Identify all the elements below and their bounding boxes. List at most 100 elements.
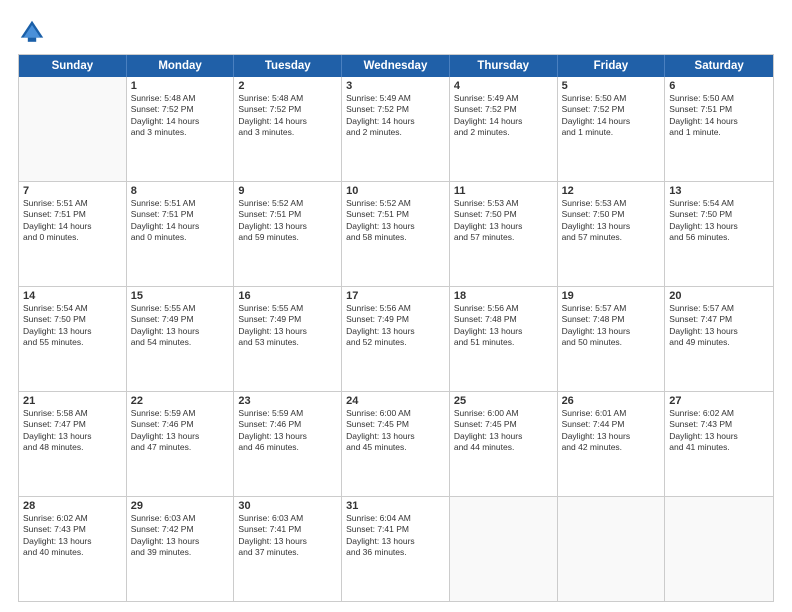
header-cell-monday: Monday: [127, 55, 235, 77]
day-number: 25: [454, 395, 553, 407]
day-info: Sunrise: 6:02 AM Sunset: 7:43 PM Dayligh…: [23, 513, 122, 559]
header-cell-friday: Friday: [558, 55, 666, 77]
day-number: 23: [238, 395, 337, 407]
day-number: 12: [562, 185, 661, 197]
day-cell-15: 15Sunrise: 5:55 AM Sunset: 7:49 PM Dayli…: [127, 287, 235, 391]
day-cell-14: 14Sunrise: 5:54 AM Sunset: 7:50 PM Dayli…: [19, 287, 127, 391]
day-info: Sunrise: 5:53 AM Sunset: 7:50 PM Dayligh…: [562, 198, 661, 244]
day-number: 10: [346, 185, 445, 197]
header-cell-thursday: Thursday: [450, 55, 558, 77]
day-info: Sunrise: 5:51 AM Sunset: 7:51 PM Dayligh…: [131, 198, 230, 244]
day-number: 3: [346, 80, 445, 92]
day-cell-25: 25Sunrise: 6:00 AM Sunset: 7:45 PM Dayli…: [450, 392, 558, 496]
day-info: Sunrise: 6:03 AM Sunset: 7:41 PM Dayligh…: [238, 513, 337, 559]
day-cell-9: 9Sunrise: 5:52 AM Sunset: 7:51 PM Daylig…: [234, 182, 342, 286]
day-cell-5: 5Sunrise: 5:50 AM Sunset: 7:52 PM Daylig…: [558, 77, 666, 181]
day-info: Sunrise: 5:56 AM Sunset: 7:49 PM Dayligh…: [346, 303, 445, 349]
empty-cell: [19, 77, 127, 181]
day-info: Sunrise: 5:54 AM Sunset: 7:50 PM Dayligh…: [23, 303, 122, 349]
day-info: Sunrise: 5:59 AM Sunset: 7:46 PM Dayligh…: [131, 408, 230, 454]
calendar-row-4: 21Sunrise: 5:58 AM Sunset: 7:47 PM Dayli…: [19, 391, 773, 496]
day-cell-10: 10Sunrise: 5:52 AM Sunset: 7:51 PM Dayli…: [342, 182, 450, 286]
page: SundayMondayTuesdayWednesdayThursdayFrid…: [0, 0, 792, 612]
day-cell-2: 2Sunrise: 5:48 AM Sunset: 7:52 PM Daylig…: [234, 77, 342, 181]
day-info: Sunrise: 5:50 AM Sunset: 7:51 PM Dayligh…: [669, 93, 769, 139]
day-cell-17: 17Sunrise: 5:56 AM Sunset: 7:49 PM Dayli…: [342, 287, 450, 391]
day-number: 29: [131, 500, 230, 512]
day-info: Sunrise: 5:56 AM Sunset: 7:48 PM Dayligh…: [454, 303, 553, 349]
day-info: Sunrise: 5:48 AM Sunset: 7:52 PM Dayligh…: [238, 93, 337, 139]
day-info: Sunrise: 5:49 AM Sunset: 7:52 PM Dayligh…: [346, 93, 445, 139]
day-cell-6: 6Sunrise: 5:50 AM Sunset: 7:51 PM Daylig…: [665, 77, 773, 181]
day-info: Sunrise: 5:50 AM Sunset: 7:52 PM Dayligh…: [562, 93, 661, 139]
day-number: 18: [454, 290, 553, 302]
day-info: Sunrise: 5:52 AM Sunset: 7:51 PM Dayligh…: [346, 198, 445, 244]
day-cell-8: 8Sunrise: 5:51 AM Sunset: 7:51 PM Daylig…: [127, 182, 235, 286]
day-number: 27: [669, 395, 769, 407]
day-cell-22: 22Sunrise: 5:59 AM Sunset: 7:46 PM Dayli…: [127, 392, 235, 496]
day-info: Sunrise: 5:59 AM Sunset: 7:46 PM Dayligh…: [238, 408, 337, 454]
day-info: Sunrise: 5:49 AM Sunset: 7:52 PM Dayligh…: [454, 93, 553, 139]
day-number: 19: [562, 290, 661, 302]
day-number: 1: [131, 80, 230, 92]
day-cell-31: 31Sunrise: 6:04 AM Sunset: 7:41 PM Dayli…: [342, 497, 450, 601]
day-number: 5: [562, 80, 661, 92]
logo-icon: [18, 18, 46, 46]
day-cell-27: 27Sunrise: 6:02 AM Sunset: 7:43 PM Dayli…: [665, 392, 773, 496]
day-number: 6: [669, 80, 769, 92]
day-info: Sunrise: 5:55 AM Sunset: 7:49 PM Dayligh…: [238, 303, 337, 349]
day-number: 15: [131, 290, 230, 302]
day-number: 13: [669, 185, 769, 197]
day-number: 21: [23, 395, 122, 407]
day-info: Sunrise: 5:57 AM Sunset: 7:48 PM Dayligh…: [562, 303, 661, 349]
day-info: Sunrise: 5:55 AM Sunset: 7:49 PM Dayligh…: [131, 303, 230, 349]
calendar-row-2: 7Sunrise: 5:51 AM Sunset: 7:51 PM Daylig…: [19, 181, 773, 286]
header-cell-wednesday: Wednesday: [342, 55, 450, 77]
empty-cell: [450, 497, 558, 601]
day-cell-20: 20Sunrise: 5:57 AM Sunset: 7:47 PM Dayli…: [665, 287, 773, 391]
day-cell-4: 4Sunrise: 5:49 AM Sunset: 7:52 PM Daylig…: [450, 77, 558, 181]
calendar-row-1: 1Sunrise: 5:48 AM Sunset: 7:52 PM Daylig…: [19, 77, 773, 181]
day-cell-30: 30Sunrise: 6:03 AM Sunset: 7:41 PM Dayli…: [234, 497, 342, 601]
day-cell-21: 21Sunrise: 5:58 AM Sunset: 7:47 PM Dayli…: [19, 392, 127, 496]
day-number: 2: [238, 80, 337, 92]
day-info: Sunrise: 5:52 AM Sunset: 7:51 PM Dayligh…: [238, 198, 337, 244]
day-number: 17: [346, 290, 445, 302]
empty-cell: [665, 497, 773, 601]
calendar-row-3: 14Sunrise: 5:54 AM Sunset: 7:50 PM Dayli…: [19, 286, 773, 391]
logo: [18, 18, 50, 46]
calendar: SundayMondayTuesdayWednesdayThursdayFrid…: [18, 54, 774, 602]
day-cell-7: 7Sunrise: 5:51 AM Sunset: 7:51 PM Daylig…: [19, 182, 127, 286]
day-number: 14: [23, 290, 122, 302]
calendar-header: SundayMondayTuesdayWednesdayThursdayFrid…: [19, 55, 773, 77]
day-info: Sunrise: 6:03 AM Sunset: 7:42 PM Dayligh…: [131, 513, 230, 559]
day-info: Sunrise: 5:57 AM Sunset: 7:47 PM Dayligh…: [669, 303, 769, 349]
day-info: Sunrise: 6:01 AM Sunset: 7:44 PM Dayligh…: [562, 408, 661, 454]
calendar-row-5: 28Sunrise: 6:02 AM Sunset: 7:43 PM Dayli…: [19, 496, 773, 601]
day-info: Sunrise: 5:58 AM Sunset: 7:47 PM Dayligh…: [23, 408, 122, 454]
day-number: 8: [131, 185, 230, 197]
day-number: 9: [238, 185, 337, 197]
day-cell-18: 18Sunrise: 5:56 AM Sunset: 7:48 PM Dayli…: [450, 287, 558, 391]
day-number: 20: [669, 290, 769, 302]
header-cell-saturday: Saturday: [665, 55, 773, 77]
day-number: 26: [562, 395, 661, 407]
day-number: 11: [454, 185, 553, 197]
day-number: 30: [238, 500, 337, 512]
day-number: 22: [131, 395, 230, 407]
day-number: 7: [23, 185, 122, 197]
day-number: 4: [454, 80, 553, 92]
day-info: Sunrise: 5:51 AM Sunset: 7:51 PM Dayligh…: [23, 198, 122, 244]
day-info: Sunrise: 6:02 AM Sunset: 7:43 PM Dayligh…: [669, 408, 769, 454]
day-info: Sunrise: 5:48 AM Sunset: 7:52 PM Dayligh…: [131, 93, 230, 139]
header-cell-sunday: Sunday: [19, 55, 127, 77]
header: [18, 18, 774, 46]
day-cell-12: 12Sunrise: 5:53 AM Sunset: 7:50 PM Dayli…: [558, 182, 666, 286]
day-cell-1: 1Sunrise: 5:48 AM Sunset: 7:52 PM Daylig…: [127, 77, 235, 181]
calendar-body: 1Sunrise: 5:48 AM Sunset: 7:52 PM Daylig…: [19, 77, 773, 601]
day-number: 24: [346, 395, 445, 407]
day-info: Sunrise: 5:53 AM Sunset: 7:50 PM Dayligh…: [454, 198, 553, 244]
day-cell-28: 28Sunrise: 6:02 AM Sunset: 7:43 PM Dayli…: [19, 497, 127, 601]
day-info: Sunrise: 6:00 AM Sunset: 7:45 PM Dayligh…: [346, 408, 445, 454]
day-number: 16: [238, 290, 337, 302]
